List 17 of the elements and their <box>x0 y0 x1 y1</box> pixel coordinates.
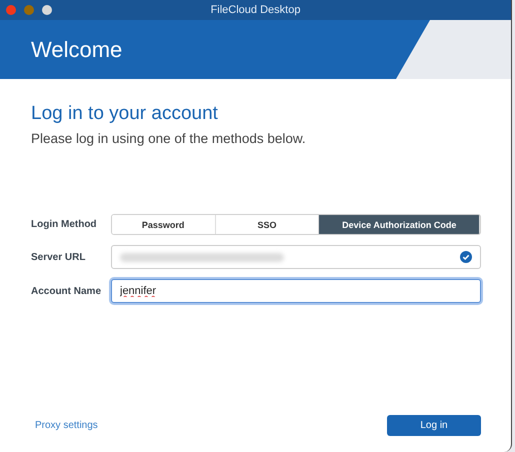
window-title: FileCloud Desktop <box>210 4 300 16</box>
slanted-panel-icon <box>396 20 511 79</box>
proxy-settings-link[interactable]: Proxy settings <box>35 420 98 431</box>
field-label: Server URL <box>31 252 86 262</box>
login-button[interactable]: Log in <box>387 415 481 436</box>
field-label: Login Method <box>31 219 98 230</box>
server-url-field[interactable] <box>111 245 481 269</box>
header-title: Welcome <box>31 36 122 62</box>
segment-tab[interactable]: Device Authorization Code <box>319 215 480 234</box>
subtitle: Please log in using one of the methods below. <box>31 131 307 146</box>
heading: Log in to your account <box>31 103 219 125</box>
close-icon[interactable] <box>6 5 16 15</box>
field-label: Account Name <box>31 286 102 296</box>
account-name-field[interactable]: jennifer <box>111 279 481 303</box>
zoom-icon[interactable] <box>42 5 52 15</box>
segment-tab[interactable]: Password <box>112 215 216 234</box>
minimize-icon[interactable] <box>24 5 34 15</box>
